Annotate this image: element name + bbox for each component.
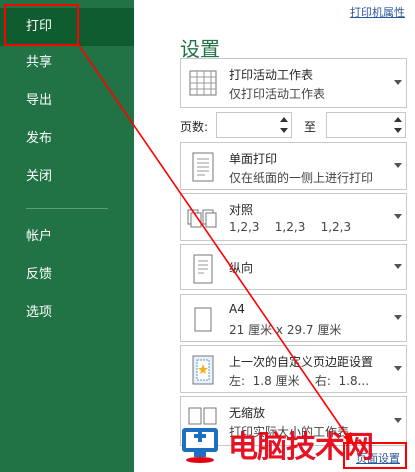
annotation-arrow-icon [77,43,354,446]
